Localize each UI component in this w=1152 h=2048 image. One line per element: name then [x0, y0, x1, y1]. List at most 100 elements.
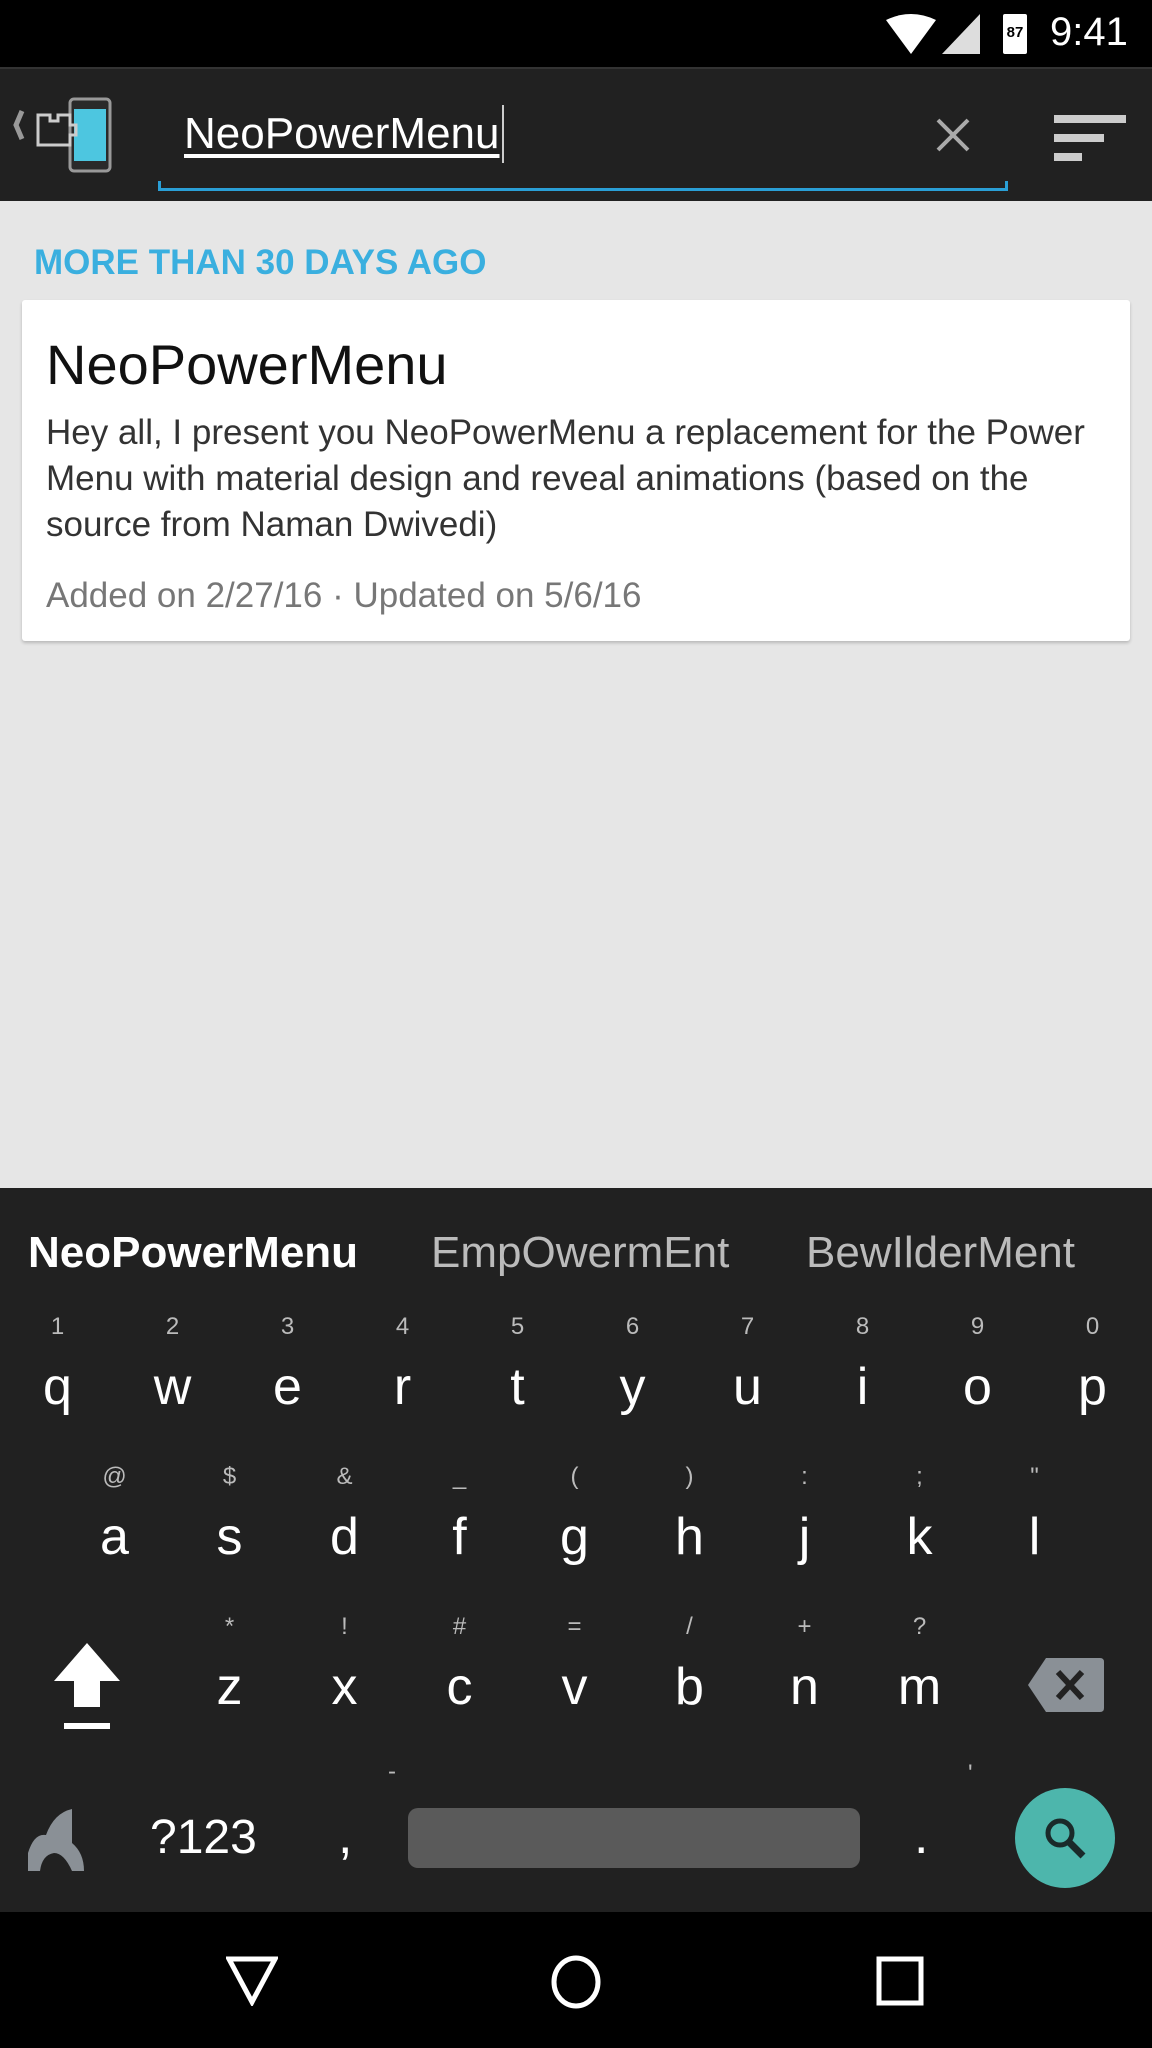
key-x[interactable]: ! x	[287, 1613, 402, 1717]
key-o[interactable]: 9o	[920, 1313, 1035, 1417]
key-letter: t	[510, 1358, 525, 1416]
suggestion-3[interactable]: BewIlderMent	[806, 1228, 1075, 1278]
period-key[interactable]: .	[914, 1806, 928, 1866]
card-title: NeoPowerMenu	[46, 333, 448, 396]
key-t[interactable]: 5t	[460, 1313, 575, 1417]
key-s[interactable]: $ s	[172, 1463, 287, 1567]
key-letter: q	[43, 1358, 72, 1416]
key-hint: !	[341, 1613, 348, 1640]
key-d[interactable]: & d	[287, 1463, 402, 1567]
search-input[interactable]: NeoPowerMenu	[184, 105, 504, 163]
key-hint: 9	[970, 1313, 985, 1340]
card-description: Hey all, I present you NeoPowerMenu a re…	[46, 413, 1085, 544]
sort-filter-icon[interactable]	[1054, 113, 1128, 163]
key-j[interactable]: :j	[747, 1463, 862, 1567]
key-letter: l	[1028, 1508, 1041, 1566]
key-q[interactable]: 1q	[0, 1313, 115, 1417]
wifi-icon	[886, 14, 936, 54]
key-v[interactable]: = v	[517, 1613, 632, 1717]
key-e[interactable]: 3e	[230, 1313, 345, 1417]
key-letter: w	[153, 1358, 192, 1416]
key-k[interactable]: ; k	[862, 1463, 977, 1567]
key-hint: )	[685, 1463, 694, 1490]
symbols-key[interactable]: ?123	[150, 1810, 257, 1865]
gesture-key-icon[interactable]	[24, 1803, 94, 1873]
suggestion-2[interactable]: EmpOwermEnt	[431, 1228, 729, 1278]
key-letter: r	[393, 1358, 412, 1416]
key-letter: a	[100, 1508, 129, 1566]
key-m[interactable]: ? m	[862, 1613, 977, 1717]
key-hint: "	[1030, 1463, 1039, 1490]
key-hint: _	[452, 1463, 467, 1490]
backspace-key-icon[interactable]	[1028, 1658, 1104, 1712]
key-g[interactable]: (g	[517, 1463, 632, 1567]
battery-level: 87	[1006, 24, 1024, 41]
key-hint: /	[686, 1613, 693, 1640]
status-bar: 87 9:41	[0, 0, 1152, 67]
key-hint: 3	[280, 1313, 295, 1340]
shift-key-icon[interactable]	[52, 1643, 122, 1733]
key-letter: k	[906, 1508, 933, 1566]
key-letter: o	[963, 1358, 992, 1416]
section-header: MORE THAN 30 DAYS AGO	[34, 243, 487, 282]
key-letter: j	[798, 1508, 811, 1566]
signal-icon	[942, 14, 980, 54]
key-hint: ?	[912, 1613, 927, 1640]
key-z[interactable]: * z	[172, 1613, 287, 1717]
key-letter: b	[675, 1658, 704, 1716]
key-hint: ;	[916, 1463, 923, 1490]
key-hint: :	[801, 1463, 808, 1490]
home-nav-icon[interactable]	[550, 1954, 602, 2010]
key-letter: s	[216, 1508, 243, 1566]
key-w[interactable]: 2w	[115, 1313, 230, 1417]
search-icon	[1045, 1818, 1086, 1859]
key-letter: n	[790, 1658, 819, 1716]
key-p[interactable]: 0p	[1035, 1313, 1150, 1417]
content-area: MORE THAN 30 DAYS AGO NeoPowerMenu Hey a…	[0, 201, 1152, 1188]
key-u[interactable]: 7u	[690, 1313, 805, 1417]
key-i[interactable]: 8i	[805, 1313, 920, 1417]
key-letter: e	[273, 1358, 302, 1416]
key-hint: 8	[855, 1313, 870, 1340]
key-h[interactable]: ) h	[632, 1463, 747, 1567]
key-letter: p	[1078, 1358, 1107, 1416]
space-bar[interactable]	[408, 1808, 860, 1868]
key-letter: v	[561, 1658, 588, 1716]
key-letter: z	[216, 1658, 243, 1716]
search-action-key[interactable]	[1015, 1788, 1115, 1888]
key-letter: h	[675, 1508, 704, 1566]
module-card[interactable]: NeoPowerMenu Hey all, I present you NeoP…	[22, 300, 1130, 641]
key-c[interactable]: # c	[402, 1613, 517, 1717]
key-l[interactable]: " l	[977, 1463, 1092, 1567]
key-hint: 5	[510, 1313, 525, 1340]
key-letter: f	[452, 1508, 467, 1566]
key-hint: +	[797, 1613, 812, 1640]
key-letter: m	[897, 1658, 942, 1716]
key-letter: d	[330, 1508, 359, 1566]
key-a[interactable]: @ a	[57, 1463, 172, 1567]
key-b[interactable]: / b	[632, 1613, 747, 1717]
key-y[interactable]: 6y	[575, 1313, 690, 1417]
suggestion-1[interactable]: NeoPowerMenu	[28, 1228, 358, 1278]
clock: 9:41	[1050, 10, 1128, 54]
back-nav-icon[interactable]	[226, 1956, 278, 2006]
key-letter: u	[733, 1358, 762, 1416]
key-r[interactable]: 4r	[345, 1313, 460, 1417]
recents-nav-icon[interactable]	[876, 1956, 924, 2006]
keyboard: NeoPowerMenu EmpOwermEnt BewIlderMent 1q…	[0, 1188, 1152, 1912]
navigation-bar	[0, 1912, 1152, 2048]
key-hint: @	[102, 1463, 127, 1490]
clear-search-icon[interactable]	[935, 117, 971, 153]
search-input-underline	[158, 181, 1008, 191]
key-hint: 2	[165, 1313, 180, 1340]
xposed-back-logo-icon[interactable]	[12, 95, 124, 175]
comma-key[interactable]: ,	[338, 1806, 352, 1866]
key-hint: =	[567, 1613, 582, 1640]
key-n[interactable]: + n	[747, 1613, 862, 1717]
key-f[interactable]: _ f	[402, 1463, 517, 1567]
key-letter: g	[560, 1508, 589, 1566]
toolbar: NeoPowerMenu	[0, 67, 1152, 201]
key-hint: #	[452, 1613, 467, 1640]
key-letter: c	[446, 1658, 473, 1716]
key-hint: 0	[1085, 1313, 1100, 1340]
